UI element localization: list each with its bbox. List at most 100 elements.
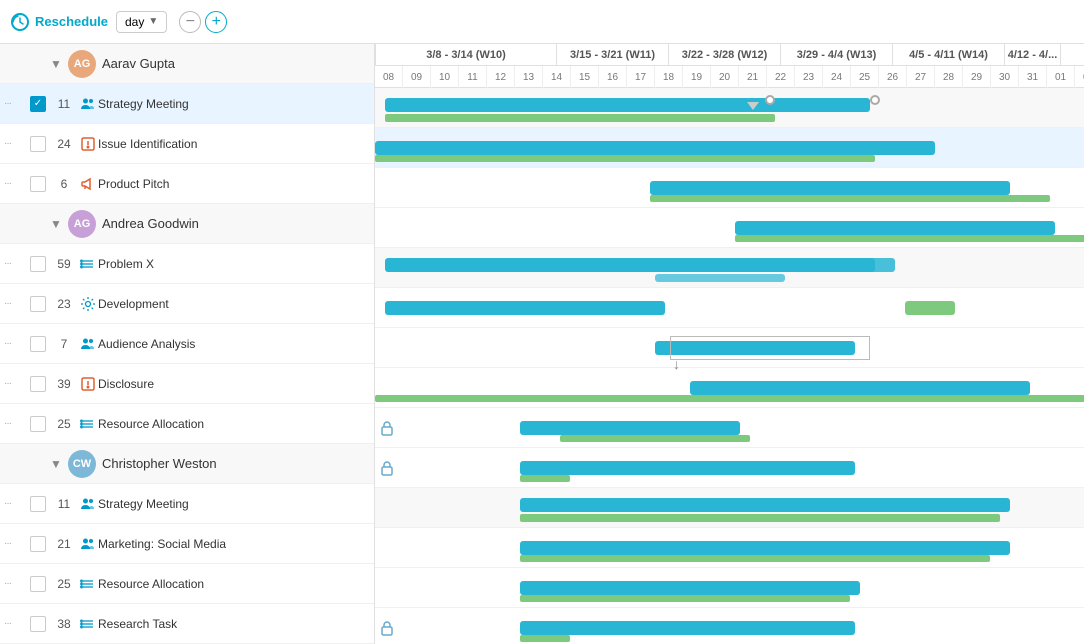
gantt-bar — [520, 635, 570, 642]
triangle-marker — [747, 102, 759, 110]
week-cell-w13: 3/29 - 4/4 (W13) — [781, 44, 893, 65]
gantt-bar — [385, 258, 875, 272]
alert-square-icon-2 — [78, 376, 98, 392]
dots-menu-6[interactable]: ··· — [4, 298, 26, 309]
task-row-product-pitch: ··· 6 Product Pitch — [0, 164, 374, 204]
collapse-andrea-icon[interactable]: ▼ — [48, 216, 64, 232]
task-id-2: 24 — [50, 137, 78, 151]
task-name-strategy-2: Strategy Meeting — [98, 497, 370, 511]
week-cell-w14: 4/5 - 4/11 (W14) — [893, 44, 1005, 65]
dots-menu-7[interactable]: ··· — [4, 338, 26, 349]
gantt-bar — [650, 195, 1050, 202]
task-name-research: Research Task — [98, 617, 370, 631]
gantt-bar — [375, 155, 875, 162]
gantt-row-issue — [375, 168, 1084, 208]
week-row: 3/8 - 3/14 (W10) 3/15 - 3/21 (W11) 3/22 … — [375, 44, 1084, 66]
dots-menu-1[interactable]: ··· — [4, 98, 26, 109]
checkbox-2[interactable] — [30, 136, 46, 152]
gantt-row-andrea — [375, 248, 1084, 288]
task-name-strategy-1: Strategy Meeting — [98, 97, 370, 111]
task-row-issue: ··· 24 Issue Identification — [0, 124, 374, 164]
nav-minus-button[interactable]: − — [179, 11, 201, 33]
gantt-bar — [385, 114, 775, 122]
gantt-bar — [520, 555, 990, 562]
dots-menu-3[interactable]: ··· — [4, 178, 26, 189]
day-select-dropdown[interactable]: day ▼ — [116, 11, 167, 33]
gantt-bar — [735, 221, 1055, 235]
nav-icons: − + — [179, 11, 227, 33]
task-name-disclosure: Disclosure — [98, 377, 370, 391]
megaphone-icon — [78, 176, 98, 192]
gantt-row-resource-1 — [375, 448, 1084, 488]
task-row-strategy-1: ··· 11 Strategy Meeting — [0, 84, 374, 124]
person-name-christopher: Christopher Weston — [102, 456, 217, 471]
task-id-6: 23 — [50, 297, 78, 311]
checkbox-12[interactable] — [30, 536, 46, 552]
week-cell-w10: 3/8 - 3/14 (W10) — [375, 44, 557, 65]
person-name-aarav: Aarav Gupta — [102, 56, 175, 71]
collapse-christopher-icon[interactable]: ▼ — [48, 456, 64, 472]
nav-plus-button[interactable]: + — [205, 11, 227, 33]
collapse-aarav-icon[interactable]: ▼ — [48, 56, 64, 72]
gantt-bar — [520, 541, 1010, 555]
checkbox-14[interactable] — [30, 616, 46, 632]
dots-menu-13[interactable]: ··· — [4, 578, 26, 589]
toolbar: Reschedule day ▼ − + — [0, 0, 1084, 44]
people-icon-2 — [78, 336, 98, 352]
app-container: Reschedule day ▼ − + ▼ AG Aarav Gupta — [0, 0, 1084, 644]
task-row-resource-2: ··· 25 Resource Allocation — [0, 564, 374, 604]
checkbox-8[interactable] — [30, 376, 46, 392]
gantt-row-pitch — [375, 208, 1084, 248]
gantt-bar — [650, 181, 1010, 195]
gantt-bar — [375, 141, 935, 155]
avatar-andrea: AG — [68, 210, 96, 238]
task-id-1: 11 — [50, 97, 78, 111]
lock-icon-resource-1 — [380, 460, 394, 479]
gantt-row-christopher — [375, 488, 1084, 528]
dots-menu-8[interactable]: ··· — [4, 378, 26, 389]
gantt-bar — [735, 235, 1084, 242]
checkbox-13[interactable] — [30, 576, 46, 592]
dots-menu-9[interactable]: ··· — [4, 418, 26, 429]
gantt-row-aarav — [375, 88, 1084, 128]
dots-menu-11[interactable]: ··· — [4, 498, 26, 509]
dots-menu-5[interactable]: ··· — [4, 258, 26, 269]
checkbox-3[interactable] — [30, 176, 46, 192]
gantt-bar — [385, 98, 870, 112]
task-name-product-pitch: Product Pitch — [98, 177, 370, 191]
person-name-andrea: Andrea Goodwin — [102, 216, 199, 231]
person-row-aarav: ▼ AG Aarav Gupta — [0, 44, 374, 84]
gantt-bar — [520, 581, 860, 595]
milestone-1 — [765, 95, 775, 105]
checkbox-6[interactable] — [30, 296, 46, 312]
checkbox-5[interactable] — [30, 256, 46, 272]
checkbox-9[interactable] — [30, 416, 46, 432]
task-name-issue: Issue Identification — [98, 137, 370, 151]
reschedule-button[interactable]: Reschedule — [10, 12, 108, 32]
checkbox-11[interactable] — [30, 496, 46, 512]
task-id-9: 25 — [50, 417, 78, 431]
dots-menu-12[interactable]: ··· — [4, 538, 26, 549]
task-row-resource-1: ··· 25 Resource Allocation — [0, 404, 374, 444]
gantt-row-resource-2 — [375, 608, 1084, 644]
people-icon-4 — [78, 536, 98, 552]
gantt-area[interactable]: 3/8 - 3/14 (W10) 3/15 - 3/21 (W11) 3/22 … — [375, 44, 1084, 644]
task-id-8: 39 — [50, 377, 78, 391]
task-row-problemx: ··· 59 Problem X — [0, 244, 374, 284]
dots-menu-14[interactable]: ··· — [4, 618, 26, 629]
task-id-12: 21 — [50, 537, 78, 551]
task-row-audience: ··· 7 Audience Analysis — [0, 324, 374, 364]
checkbox-1[interactable] — [30, 96, 46, 112]
task-id-11: 11 — [50, 497, 78, 511]
gantt-row-audience — [375, 368, 1084, 408]
gantt-row-problemx — [375, 288, 1084, 328]
task-id-13: 25 — [50, 577, 78, 591]
gantt-bar — [560, 435, 750, 442]
dots-menu-2[interactable]: ··· — [4, 138, 26, 149]
gantt-row-strategy-1 — [375, 128, 1084, 168]
checkbox-7[interactable] — [30, 336, 46, 352]
list-icon-2 — [78, 416, 98, 432]
gantt-bar — [520, 621, 855, 635]
list-icon-1 — [78, 256, 98, 272]
gantt-bar — [385, 301, 665, 315]
